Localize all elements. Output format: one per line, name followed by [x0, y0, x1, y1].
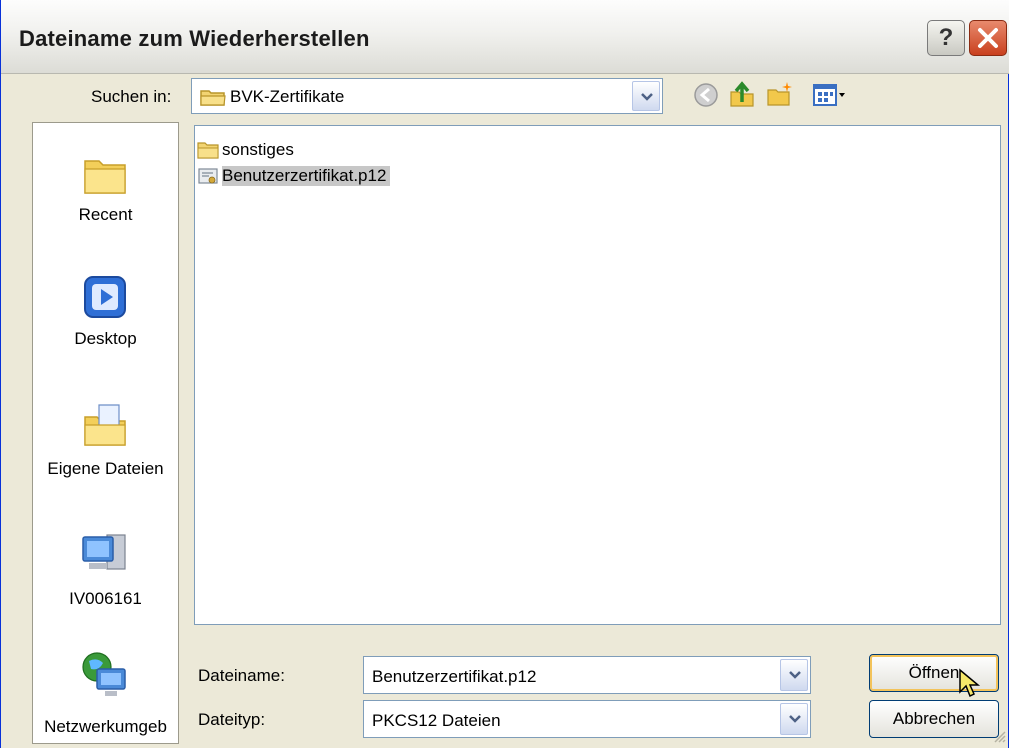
new-folder-icon[interactable]	[765, 80, 795, 110]
folder-icon	[197, 142, 219, 159]
help-icon: ?	[938, 24, 954, 51]
lookin-dropdown-button[interactable]	[632, 81, 660, 111]
filename-combobox[interactable]: Benutzerzertifikat.p12	[363, 656, 811, 694]
recent-folder-icon	[84, 160, 126, 194]
place-my-documents[interactable]: Eigene Dateien	[33, 391, 178, 491]
filename-label: Dateiname:	[198, 666, 285, 685]
up-folder-icon[interactable]	[727, 80, 757, 110]
lookin-value: BVK-Zertifikate	[230, 87, 345, 106]
close-icon	[978, 28, 998, 48]
place-recent[interactable]: Recent	[33, 141, 178, 241]
file-open-dialog: Dateiname zum Wiederherstellen ? Suchen …	[0, 0, 1009, 748]
network-places-icon	[82, 652, 126, 696]
filetype-dropdown-button[interactable]	[780, 703, 808, 735]
list-item-certificate-selected[interactable]: Benutzerzertifikat.p12	[197, 164, 437, 188]
my-documents-icon	[84, 404, 126, 446]
mouse-cursor-icon	[959, 668, 981, 698]
cancel-button[interactable]: Abbrechen	[869, 700, 999, 738]
filetype-label: Dateityp:	[198, 710, 266, 729]
file-name: sonstiges	[222, 140, 294, 159]
resize-grip-icon[interactable]	[991, 728, 1007, 744]
place-label: Desktop	[74, 329, 137, 348]
close-button[interactable]	[969, 20, 1007, 56]
lookin-label: Suchen in:	[91, 87, 172, 106]
desktop-icon	[84, 276, 126, 318]
certificate-icon	[198, 168, 218, 184]
list-item-folder[interactable]: sonstiges	[197, 138, 337, 162]
filetype-combobox[interactable]: PKCS12 Dateien	[363, 700, 811, 738]
places-bar: Recent Desktop Eigene Dateien IV006161 N…	[32, 122, 179, 744]
folder-icon	[200, 90, 226, 106]
place-label: Eigene Dateien	[47, 459, 164, 478]
place-network[interactable]: Netzwerkumgeb	[33, 645, 178, 741]
filename-input[interactable]: Benutzerzertifikat.p12	[372, 667, 536, 687]
filetype-value: PKCS12 Dateien	[372, 711, 501, 730]
chevron-down-icon	[641, 93, 653, 101]
filename-dropdown-button[interactable]	[780, 659, 808, 691]
views-menu-icon[interactable]	[811, 80, 847, 110]
chevron-down-icon	[789, 715, 801, 723]
back-icon[interactable]	[691, 80, 721, 110]
place-label: IV006161	[69, 589, 142, 608]
file-list[interactable]: sonstiges Benutzerzertifikat.p12	[194, 125, 1001, 625]
place-desktop[interactable]: Desktop	[33, 263, 178, 363]
place-my-computer[interactable]: IV006161	[33, 523, 178, 623]
title-bar[interactable]: Dateiname zum Wiederherstellen ?	[1, 0, 1009, 74]
help-button[interactable]: ?	[927, 20, 965, 56]
window-title: Dateiname zum Wiederherstellen	[19, 26, 370, 51]
lookin-combobox[interactable]: BVK-Zertifikate	[191, 78, 663, 114]
place-label: Recent	[78, 205, 133, 224]
chevron-down-icon	[789, 671, 801, 679]
file-name: Benutzerzertifikat.p12	[222, 166, 391, 186]
computer-icon	[82, 534, 126, 570]
place-label: Netzwerkumgeb	[44, 717, 167, 736]
